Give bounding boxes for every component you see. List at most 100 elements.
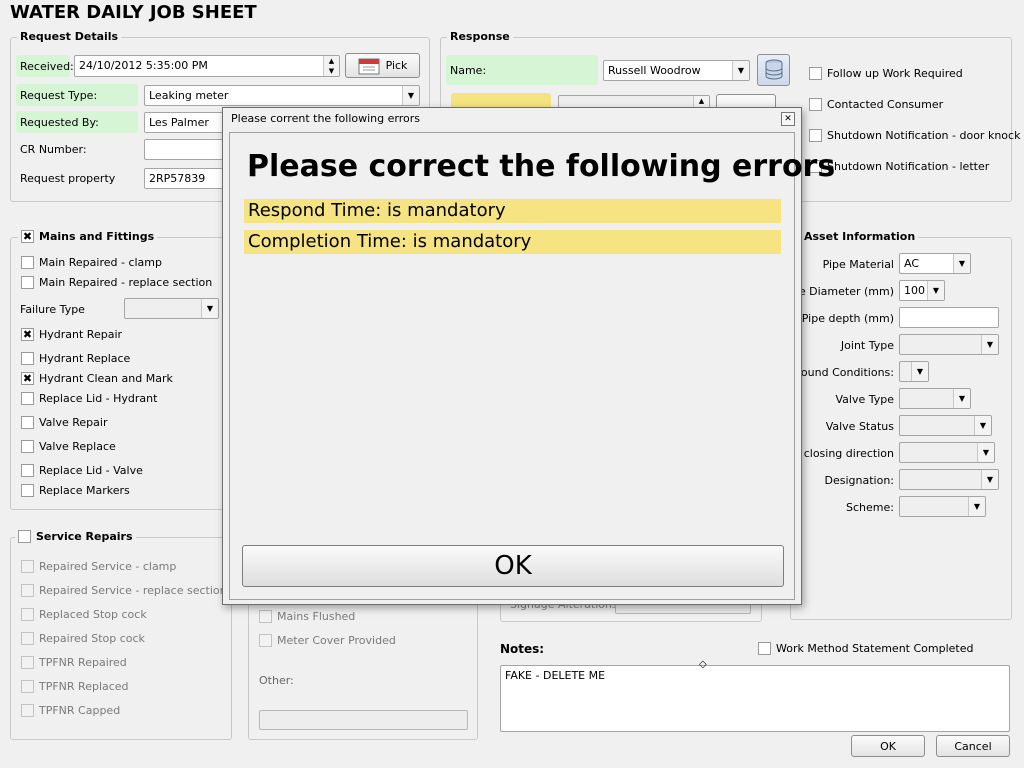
resize-handle-icon[interactable]: ◇ (699, 659, 707, 670)
work-method-statement-checkbox[interactable]: Work Method Statement Completed (758, 642, 973, 655)
spin-up-icon[interactable]: ▲ (694, 96, 709, 106)
follow-up-box[interactable] (809, 67, 822, 80)
hydrant-clean-mark-label: Hydrant Clean and Mark (39, 372, 173, 385)
chevron-down-icon[interactable]: ▼ (968, 497, 985, 516)
replaced-stop-cock-checkbox[interactable]: Replaced Stop cock (21, 608, 147, 621)
contacted-consumer-box[interactable] (809, 98, 822, 111)
main-repaired-clamp-box[interactable] (21, 256, 34, 269)
chevron-down-icon[interactable]: ▼ (201, 299, 218, 318)
close-icon[interactable]: ✕ (781, 112, 795, 126)
valve-repair-box[interactable] (21, 416, 34, 429)
mains-flushed-box[interactable] (259, 610, 272, 623)
replace-markers-box[interactable] (21, 484, 34, 497)
replaced-stop-cock-box[interactable] (21, 608, 34, 621)
pick-button[interactable]: Pick (345, 53, 420, 78)
failure-type-select[interactable]: ▼ (124, 298, 219, 319)
tpfnr-capped-box[interactable] (21, 704, 34, 717)
notes-textarea[interactable]: FAKE - DELETE ME (500, 665, 1010, 732)
shutdown-door-knock-label: Shutdown Notification - door knock (827, 129, 1021, 142)
requested-by-field[interactable]: Les Palmer (144, 112, 230, 133)
meter-cover-checkbox[interactable]: Meter Cover Provided (259, 634, 396, 647)
valve-closing-direction-select[interactable]: ▼ (899, 442, 995, 463)
error-message: Completion Time: is mandatory (244, 230, 781, 254)
pipe-material-select[interactable]: AC ▼ (899, 253, 971, 274)
cancel-button[interactable]: Cancel (936, 735, 1010, 757)
chevron-down-icon[interactable]: ▼ (981, 335, 998, 354)
repaired-stop-cock-box[interactable] (21, 632, 34, 645)
responder-name-select[interactable]: Russell Woodrow ▼ (603, 60, 750, 81)
cr-number-field[interactable] (144, 139, 230, 160)
valve-closing-direction-label: ve closing direction (786, 447, 894, 460)
tpfnr-replaced-checkbox[interactable]: TPFNR Replaced (21, 680, 129, 693)
tpfnr-repaired-box[interactable] (21, 656, 34, 669)
hydrant-clean-mark-checkbox[interactable]: ✖ Hydrant Clean and Mark (21, 372, 173, 385)
repaired-service-clamp-box[interactable] (21, 560, 34, 573)
spin-down-icon[interactable]: ▼ (324, 66, 339, 76)
hydrant-repair-box[interactable]: ✖ (21, 328, 34, 341)
shutdown-door-knock-checkbox[interactable]: Shutdown Notification - door knock (809, 129, 1020, 142)
repaired-stop-cock-checkbox[interactable]: Repaired Stop cock (21, 632, 145, 645)
chevron-down-icon[interactable]: ▼ (953, 254, 970, 273)
request-property-field[interactable]: 2RP57839 (144, 168, 230, 189)
chevron-down-icon[interactable]: ▼ (977, 443, 994, 462)
designation-select[interactable]: ▼ (899, 469, 999, 490)
pipe-depth-field[interactable] (899, 307, 999, 328)
replace-lid-hydrant-box[interactable] (21, 392, 34, 405)
dialog-ok-button[interactable]: OK (242, 545, 784, 587)
database-lookup-button[interactable] (757, 54, 790, 86)
valve-replace-checkbox[interactable]: Valve Replace (21, 440, 116, 453)
valve-repair-checkbox[interactable]: Valve Repair (21, 416, 107, 429)
other-field[interactable] (259, 710, 468, 730)
chevron-down-icon[interactable]: ▼ (927, 281, 944, 300)
received-spinner[interactable]: ▲ ▼ (323, 56, 339, 76)
chevron-down-icon[interactable]: ▼ (402, 86, 419, 105)
replace-lid-valve-box[interactable] (21, 464, 34, 477)
tpfnr-replaced-box[interactable] (21, 680, 34, 693)
request-type-select[interactable]: Leaking meter ▼ (144, 85, 420, 106)
repaired-service-clamp-checkbox[interactable]: Repaired Service - clamp (21, 560, 176, 573)
replace-lid-hydrant-checkbox[interactable]: Replace Lid - Hydrant (21, 392, 157, 405)
tpfnr-capped-checkbox[interactable]: TPFNR Capped (21, 704, 120, 717)
designation-label: Designation: (824, 474, 895, 487)
hydrant-replace-checkbox[interactable]: Hydrant Replace (21, 352, 130, 365)
replace-markers-checkbox[interactable]: Replace Markers (21, 484, 130, 497)
follow-up-checkbox[interactable]: Follow up Work Required (809, 67, 963, 80)
main-repaired-replace-box[interactable] (21, 276, 34, 289)
valve-type-select[interactable]: ▼ (899, 388, 971, 409)
scheme-select[interactable]: ▼ (899, 496, 986, 517)
chevron-down-icon[interactable]: ▼ (911, 362, 928, 381)
chevron-down-icon[interactable]: ▼ (953, 389, 970, 408)
service-repairs-box[interactable] (18, 530, 31, 543)
hydrant-repair-checkbox[interactable]: ✖ Hydrant Repair (21, 328, 122, 341)
repaired-service-replace-box[interactable] (21, 584, 34, 597)
main-repaired-replace-checkbox[interactable]: Main Repaired - replace section (21, 276, 212, 289)
mains-fittings-checkbox[interactable]: ✖ Mains and Fittings (18, 230, 158, 243)
mains-flushed-checkbox[interactable]: Mains Flushed (259, 610, 355, 623)
main-repaired-clamp-checkbox[interactable]: Main Repaired - clamp (21, 256, 162, 269)
contacted-consumer-checkbox[interactable]: Contacted Consumer (809, 98, 943, 111)
spin-up-icon[interactable]: ▲ (324, 56, 339, 66)
repaired-service-replace-checkbox[interactable]: Repaired Service - replace section (21, 584, 227, 597)
ok-button[interactable]: OK (851, 735, 925, 757)
shutdown-door-knock-box[interactable] (809, 129, 822, 142)
hydrant-replace-box[interactable] (21, 352, 34, 365)
valve-status-select[interactable]: ▼ (899, 415, 992, 436)
work-method-statement-box[interactable] (758, 642, 771, 655)
tpfnr-repaired-checkbox[interactable]: TPFNR Repaired (21, 656, 127, 669)
chevron-down-icon[interactable]: ▼ (981, 470, 998, 489)
chevron-down-icon[interactable]: ▼ (732, 61, 749, 80)
dialog-title: Please corrent the following errors (231, 112, 420, 125)
meter-cover-box[interactable] (259, 634, 272, 647)
pipe-diameter-select[interactable]: 100 ▼ (899, 280, 945, 301)
valve-replace-box[interactable] (21, 440, 34, 453)
replace-lid-valve-checkbox[interactable]: Replace Lid - Valve (21, 464, 143, 477)
mains-fittings-box[interactable]: ✖ (21, 230, 34, 243)
chevron-down-icon[interactable]: ▼ (974, 416, 991, 435)
shutdown-letter-checkbox[interactable]: Shutdown Notification - letter (809, 160, 989, 173)
received-datetime-field[interactable]: 24/10/2012 5:35:00 PM ▲ ▼ (74, 55, 340, 77)
request-type-label: Request Type: (20, 89, 98, 102)
joint-type-select[interactable]: ▼ (899, 334, 999, 355)
hydrant-clean-mark-box[interactable]: ✖ (21, 372, 34, 385)
ground-conditions-select[interactable]: ▼ (899, 361, 929, 382)
service-repairs-checkbox[interactable]: Service Repairs (15, 530, 136, 543)
